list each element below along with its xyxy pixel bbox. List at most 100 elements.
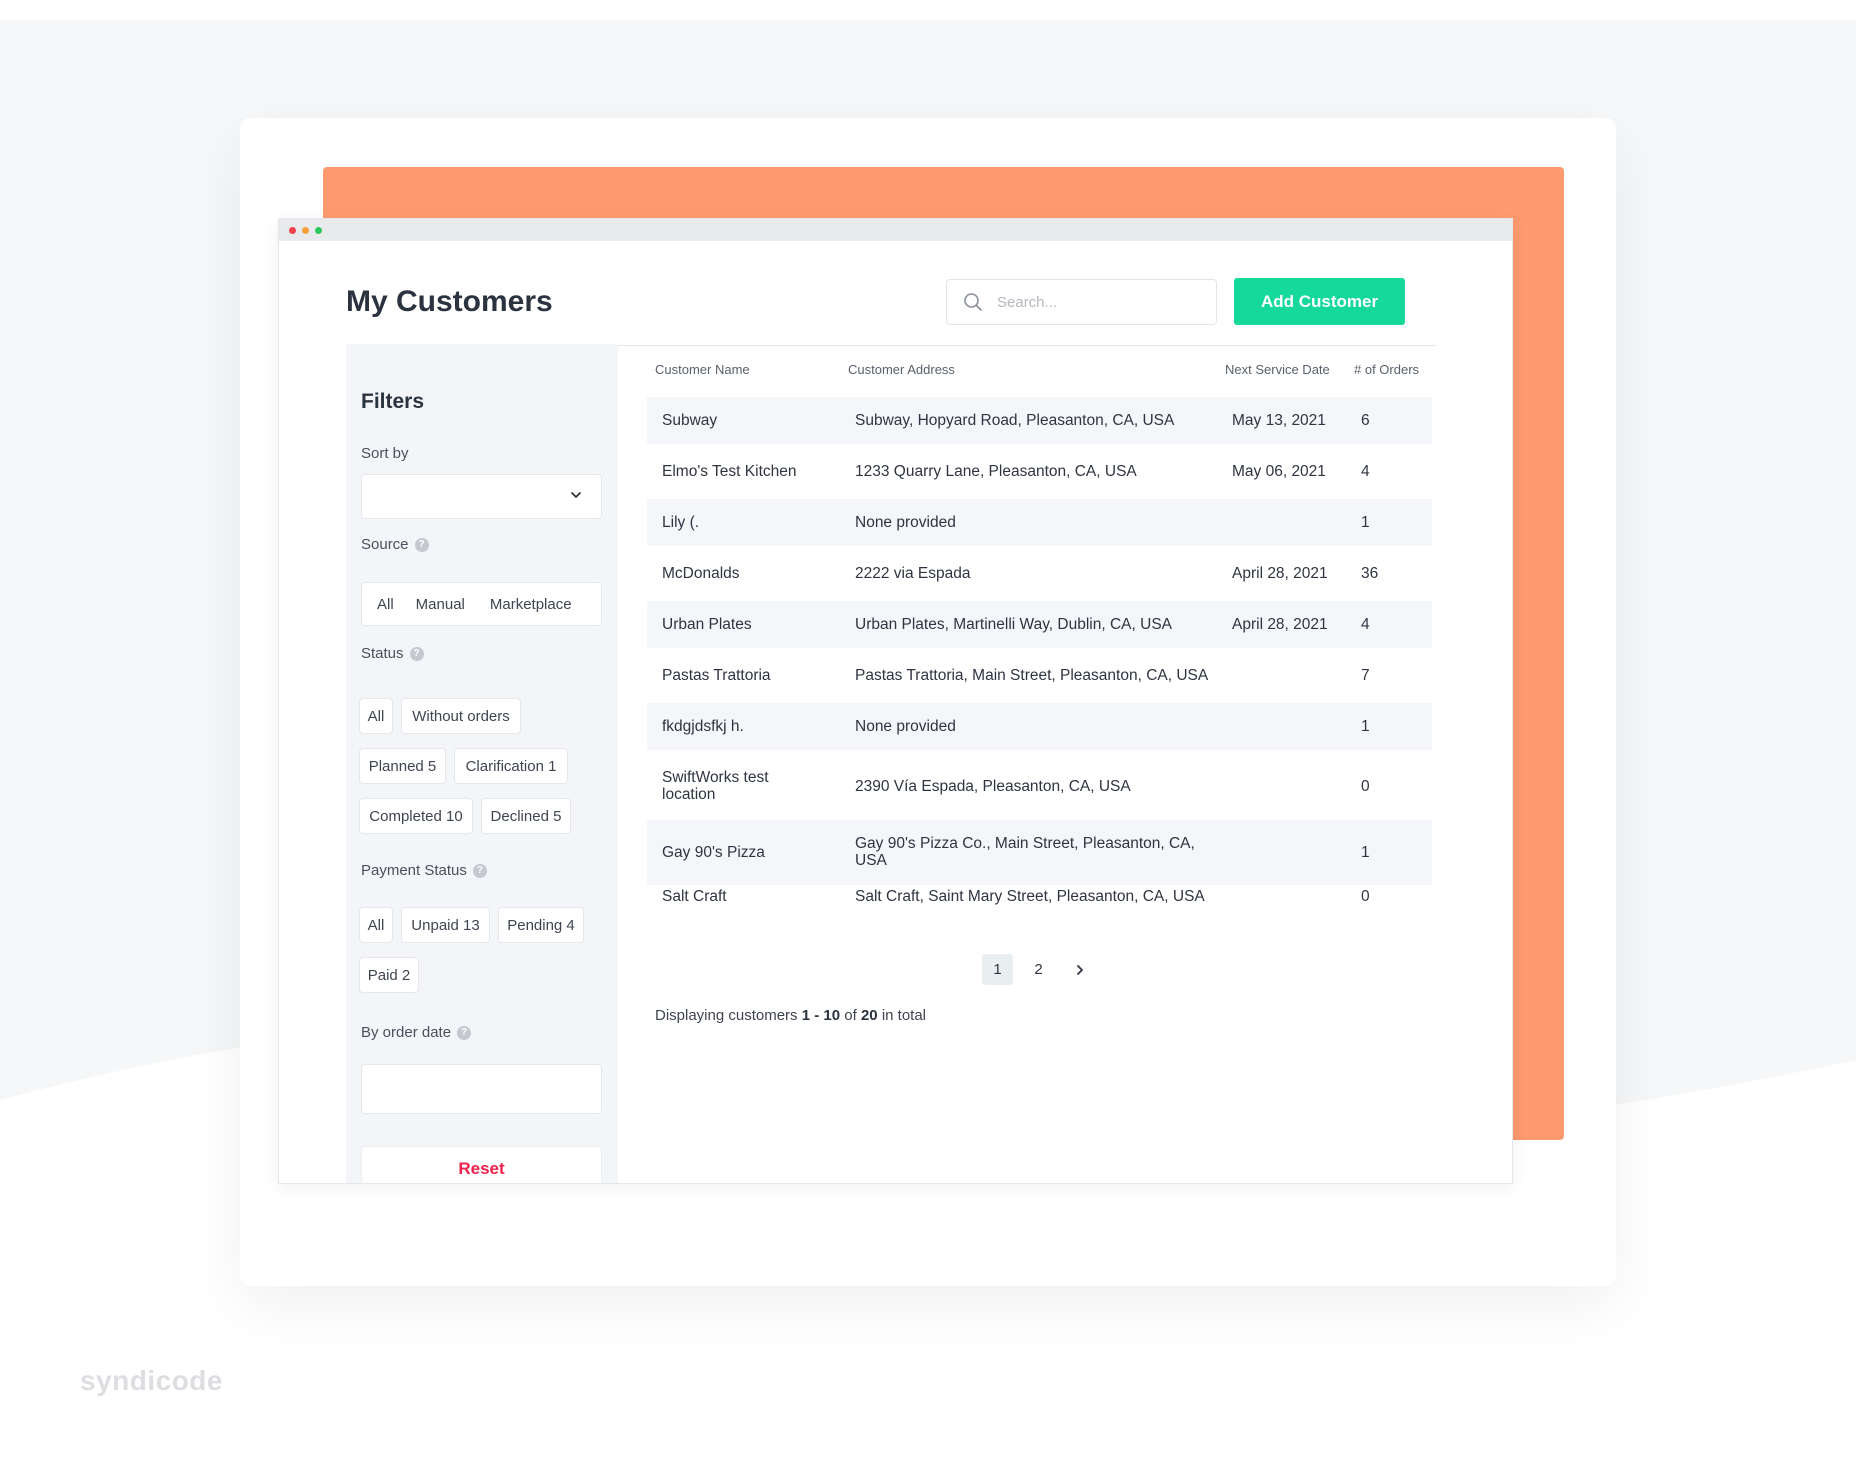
search-icon [964, 293, 982, 311]
cell-address: 1233 Quarry Lane, Pleasanton, CA, USA [855, 463, 1137, 480]
add-customer-button[interactable]: Add Customer [1234, 278, 1405, 325]
cell-name: Lily (. [662, 514, 700, 531]
cell-address: None provided [855, 718, 956, 735]
cell-orders: 0 [1361, 888, 1370, 905]
help-icon[interactable]: ? [414, 537, 429, 552]
column-header-name: Customer Name [655, 362, 750, 377]
page-header: My Customers Search... Add Customer [346, 241, 1437, 346]
order-date-label-text: By order date [361, 1024, 452, 1041]
table-row[interactable]: Subway Subway, Hopyard Road, Pleasanton,… [647, 397, 1432, 444]
payment-chip-all[interactable]: All [359, 907, 393, 943]
source-label-text: Source [361, 536, 409, 553]
payment-chip-paid[interactable]: Paid 2 [359, 957, 419, 993]
close-dot-icon[interactable] [289, 226, 296, 234]
status-chip-clarification[interactable]: Clarification 1 [454, 748, 568, 784]
cell-date: May 06, 2021 [1232, 463, 1326, 480]
page-button-1[interactable]: 1 [982, 954, 1013, 985]
source-option-all[interactable]: All [377, 596, 394, 613]
results-summary: Displaying customers 1 - 10 of 20 in tot… [655, 1007, 926, 1024]
table-row[interactable]: McDonalds 2222 via Espada April 28, 2021… [647, 550, 1432, 597]
status-chip-all[interactable]: All [359, 698, 393, 734]
status-label-text: Status [361, 645, 404, 662]
table-row[interactable]: Elmo's Test Kitchen 1233 Quarry Lane, Pl… [647, 448, 1432, 495]
summary-range: 1 - 10 [801, 1007, 841, 1024]
order-date-label: By order date ? [361, 1024, 472, 1041]
source-segmented-control: All Manual Marketplace [361, 582, 602, 626]
source-option-manual[interactable]: Manual [416, 596, 465, 613]
summary-of: of [844, 1007, 857, 1024]
payment-chip-unpaid[interactable]: Unpaid 13 [401, 907, 490, 943]
cell-address: None provided [855, 514, 956, 531]
chevron-down-icon [571, 492, 581, 498]
chevron-right-icon [1076, 964, 1083, 975]
status-label: Status ? [361, 645, 424, 662]
order-date-input[interactable] [361, 1064, 602, 1114]
table-row[interactable]: fkdgjdsfkj h. None provided 1 [647, 703, 1432, 750]
cell-orders: 1 [1361, 718, 1370, 735]
cell-address: Urban Plates, Martinelli Way, Dublin, CA… [855, 616, 1172, 633]
source-label: Source ? [361, 536, 429, 553]
cell-name: Pastas Trattoria [662, 667, 771, 684]
table-row[interactable]: Pastas Trattoria Pastas Trattoria, Main … [647, 652, 1432, 699]
window-titlebar [279, 219, 1512, 241]
cell-orders: 4 [1361, 616, 1370, 633]
status-chip-planned[interactable]: Planned 5 [359, 748, 446, 784]
table-row[interactable]: Gay 90's Pizza Gay 90's Pizza Co., Main … [647, 820, 1432, 885]
column-header-address: Customer Address [848, 362, 955, 377]
help-icon[interactable]: ? [472, 863, 487, 878]
cell-address: Pastas Trattoria, Main Street, Pleasanto… [855, 667, 1209, 684]
cell-date: April 28, 2021 [1232, 616, 1328, 633]
table-row[interactable]: Salt Craft Salt Craft, Saint Mary Street… [647, 888, 1432, 935]
cell-name: fkdgjdsfkj h. [662, 718, 744, 735]
next-page-button[interactable] [1064, 954, 1095, 985]
cell-date: April 28, 2021 [1232, 565, 1328, 582]
cell-orders: 6 [1361, 412, 1370, 429]
page-title: My Customers [346, 285, 553, 318]
page-button-2[interactable]: 2 [1023, 954, 1054, 985]
cell-orders: 7 [1361, 667, 1370, 684]
cell-orders: 36 [1361, 565, 1379, 582]
sort-by-label: Sort by [361, 445, 409, 462]
cell-name: Urban Plates [662, 616, 752, 633]
payment-chip-pending[interactable]: Pending 4 [498, 907, 584, 943]
table-row[interactable]: SwiftWorks test location 2390 Vía Espada… [647, 754, 1432, 819]
cell-orders: 1 [1361, 844, 1370, 861]
status-chip-declined[interactable]: Declined 5 [481, 798, 571, 834]
cell-date: May 13, 2021 [1232, 412, 1326, 429]
sort-by-label-text: Sort by [361, 445, 409, 462]
source-option-marketplace[interactable]: Marketplace [490, 596, 572, 613]
status-chip-completed[interactable]: Completed 10 [359, 798, 473, 834]
filters-title: Filters [361, 390, 425, 413]
cell-name: Elmo's Test Kitchen [662, 463, 797, 480]
cell-name: McDonalds [662, 565, 740, 582]
filters-sidebar: Filters Sort by Source ? All Manual Mark… [346, 344, 618, 1183]
payment-status-label: Payment Status ? [361, 862, 487, 879]
cell-name: SwiftWorks test location [662, 769, 769, 803]
table-row[interactable]: Lily (. None provided 1 [647, 499, 1432, 546]
summary-total: 20 [860, 1007, 878, 1024]
help-icon[interactable]: ? [457, 1025, 472, 1040]
table-row[interactable]: Urban Plates Urban Plates, Martinelli Wa… [647, 601, 1432, 648]
payment-status-label-text: Payment Status [361, 862, 467, 879]
status-chip-without-orders[interactable]: Without orders [401, 698, 521, 734]
cell-address: Gay 90's Pizza Co., Main Street, Pleasan… [855, 835, 1195, 869]
cell-orders: 4 [1361, 463, 1370, 480]
cell-name: Gay 90's Pizza [662, 844, 765, 861]
minimize-dot-icon[interactable] [302, 226, 309, 234]
cell-address: Subway, Hopyard Road, Pleasanton, CA, US… [855, 412, 1175, 429]
cell-address: Salt Craft, Saint Mary Street, Pleasanto… [855, 888, 1205, 905]
summary-prefix: Displaying customers [655, 1007, 798, 1024]
sort-by-select[interactable] [361, 474, 602, 519]
search-placeholder: Search... [997, 293, 1058, 311]
column-header-orders: # of Orders [1354, 362, 1420, 377]
brand-logo: syndicode [80, 1365, 223, 1396]
search-input[interactable]: Search... [946, 279, 1217, 325]
cell-name: Salt Craft [662, 888, 727, 905]
reset-button[interactable]: Reset [361, 1146, 602, 1183]
cell-address: 2222 via Espada [855, 565, 971, 582]
cell-name: Subway [662, 412, 718, 429]
cell-address: 2390 Vía Espada, Pleasanton, CA, USA [855, 778, 1131, 795]
maximize-dot-icon[interactable] [315, 226, 322, 234]
help-icon[interactable]: ? [409, 646, 424, 661]
app-window: My Customers Search... Add Customer Filt… [278, 218, 1513, 1184]
